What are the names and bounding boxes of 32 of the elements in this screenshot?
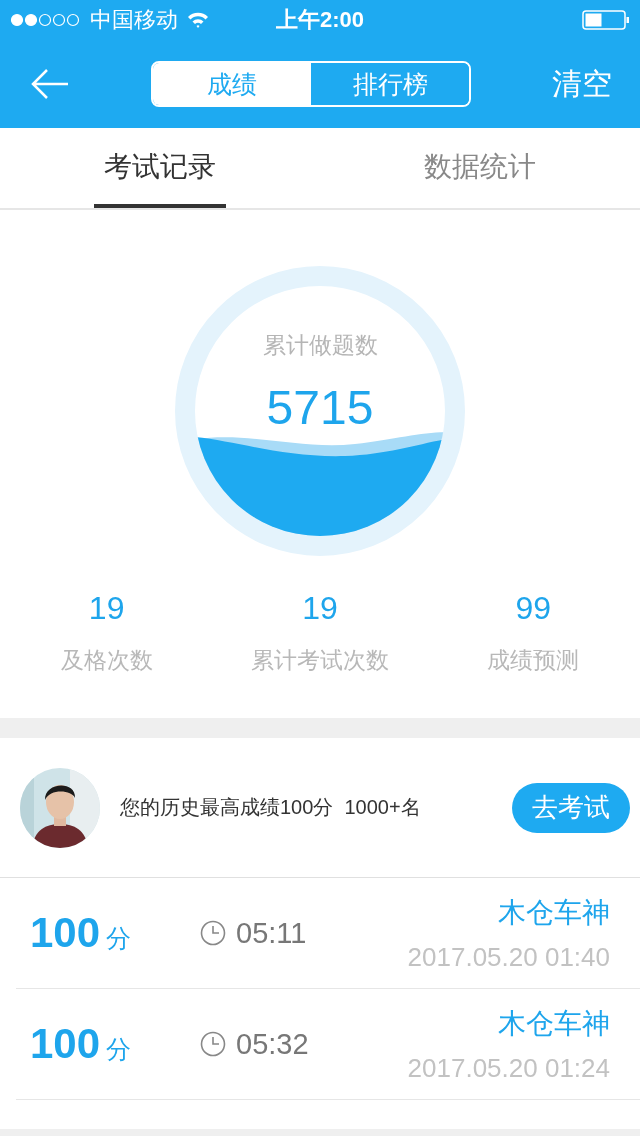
duration-text: 05:32: [236, 1027, 309, 1061]
tab[interactable]: 数据统计: [414, 128, 546, 208]
exam-datetime: 2017.05.20 01:24: [407, 1052, 610, 1084]
stat-value: 19: [302, 590, 338, 627]
carrier-name: 中国移动: [90, 6, 178, 34]
stat-value: 19: [88, 590, 125, 627]
signal-icon: [10, 13, 82, 27]
user-name: 木仓车神: [498, 895, 610, 930]
wifi-icon: [186, 11, 210, 29]
exam-datetime: 2017.05.20 01:40: [407, 941, 610, 973]
back-arrow-icon[interactable]: [30, 68, 70, 100]
tab[interactable]: 考试记录: [94, 128, 226, 208]
best-score-text: 您的历史最高成绩100分 1000+名: [120, 795, 421, 820]
clock-icon: [200, 920, 226, 946]
score-value: 100: [30, 1020, 101, 1068]
battery-icon: [582, 10, 630, 30]
gauge-label: 累计做题数: [262, 332, 378, 358]
duration-text: 05:11: [236, 916, 307, 950]
stat-label: 累计考试次数: [251, 646, 389, 675]
status-time: 上午2:00: [276, 6, 364, 34]
gauge-value: 5715: [266, 381, 374, 434]
user-name: 木仓车神: [498, 1006, 610, 1041]
stat-label: 成绩预测: [487, 646, 580, 675]
clear-button[interactable]: 清空: [552, 63, 612, 105]
score-value: 100: [30, 909, 101, 957]
stat-value: 99: [515, 590, 552, 627]
clock-icon: [200, 1031, 226, 1057]
score-unit: 分: [106, 1034, 132, 1065]
stat-label: 及格次数: [60, 646, 153, 675]
take-exam-button[interactable]: 去考试: [512, 782, 630, 833]
score-unit: 分: [106, 923, 132, 954]
segment-tab[interactable]: 成绩: [153, 63, 311, 105]
